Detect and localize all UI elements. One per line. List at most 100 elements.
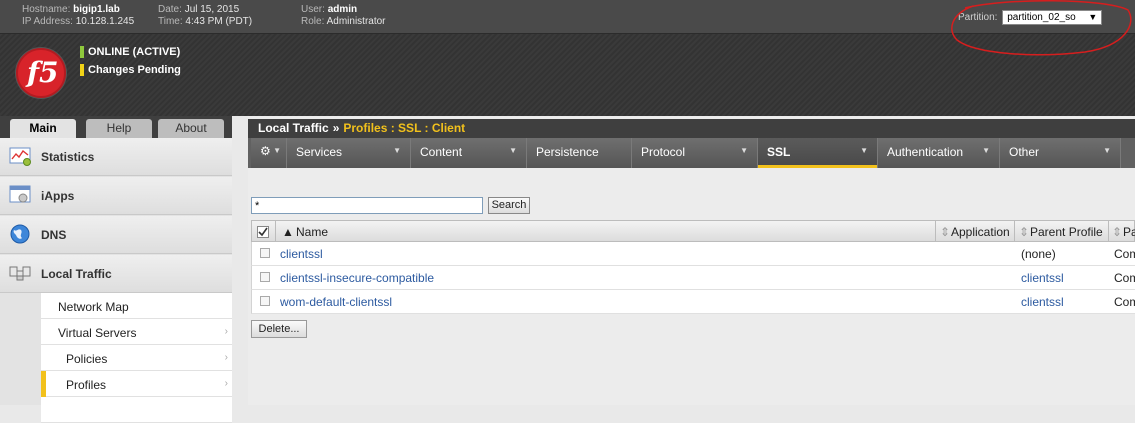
- sort-icon: ⇕: [1112, 225, 1123, 239]
- dropdown-arrow-icon: ▼: [1088, 12, 1098, 22]
- profile-name-link[interactable]: wom-default-clientssl: [280, 295, 392, 309]
- profile-menu-bar: ⚙ ▼ Services ▼ Content ▼ Persistence Pro…: [248, 138, 1135, 168]
- breadcrumb-current: Profiles : SSL : Client: [343, 121, 466, 135]
- caret-down-icon: ▼: [860, 146, 868, 155]
- nav-tabs: Main Help About: [0, 116, 232, 138]
- nav-section-iapps[interactable]: iApps: [0, 177, 232, 215]
- nav-label-iapps: iApps: [41, 189, 75, 203]
- user-info: User: admin Role: Administrator: [301, 4, 386, 28]
- partition-cell: Com: [1114, 271, 1135, 285]
- row-checkbox[interactable]: [260, 296, 270, 306]
- partition-select[interactable]: partition_02_so ▼: [1002, 10, 1103, 25]
- tab-main[interactable]: Main: [10, 119, 76, 138]
- caret-down-icon: ▼: [1103, 146, 1111, 155]
- menu-label: Persistence: [536, 145, 599, 159]
- partition-cell: Com: [1114, 295, 1135, 309]
- row-checkbox[interactable]: [260, 272, 270, 282]
- chevron-right-icon: ›: [224, 352, 228, 363]
- tab-help[interactable]: Help: [86, 119, 152, 138]
- row-checkbox[interactable]: [260, 248, 270, 258]
- user-value: admin: [327, 4, 358, 15]
- profile-name-link[interactable]: clientssl-insecure-compatible: [280, 271, 434, 285]
- caret-down-icon: ▼: [273, 146, 281, 155]
- partition-value: partition_02_so: [1007, 12, 1076, 23]
- select-all-checkbox[interactable]: [257, 226, 269, 238]
- table-row: clientssl (none) Com: [251, 242, 1135, 266]
- parent-profile: (none): [1021, 247, 1056, 261]
- time-label: Time:: [158, 16, 183, 27]
- f5-logo[interactable]: f5: [16, 48, 66, 98]
- sub-item-profiles[interactable]: Profiles ›: [41, 371, 232, 397]
- menu-label: Content: [420, 145, 463, 159]
- chevron-right-icon: ›: [224, 378, 228, 389]
- table-header: ▲ Name ⇕ Application ⇕ Parent Profile ⇕ …: [251, 220, 1135, 242]
- column-divider: [275, 221, 276, 241]
- nav-section-dns[interactable]: DNS: [0, 216, 232, 254]
- search-button[interactable]: Search: [488, 197, 530, 214]
- nav-label-statistics: Statistics: [41, 150, 95, 164]
- menu-content[interactable]: Content ▼: [411, 138, 527, 168]
- column-header-name[interactable]: Name: [296, 225, 328, 239]
- chevron-right-icon: ›: [224, 326, 228, 337]
- column-divider: [935, 221, 936, 241]
- menu-ssl[interactable]: SSL ▼: [758, 138, 878, 168]
- nav-section-local-traffic[interactable]: Local Traffic: [0, 255, 232, 293]
- sub-item-label: Virtual Servers: [58, 326, 137, 340]
- caret-down-icon: ▼: [740, 146, 748, 155]
- menu-authentication[interactable]: Authentication ▼: [878, 138, 1000, 168]
- sub-item-partial[interactable]: [41, 397, 232, 423]
- gear-icon: ⚙: [260, 144, 271, 158]
- ip-label: IP Address:: [22, 16, 73, 27]
- parent-profile-link[interactable]: clientssl: [1021, 271, 1064, 285]
- role-label: Role:: [301, 16, 325, 27]
- tab-about[interactable]: About: [158, 119, 224, 138]
- menu-label: Protocol: [641, 145, 686, 159]
- nav-section-statistics[interactable]: Statistics: [0, 138, 232, 176]
- iapps-icon: [9, 185, 31, 203]
- hostname-value: bigip1.lab: [73, 4, 120, 15]
- ip-value: 10.128.1.245: [75, 16, 135, 27]
- parent-profile-link[interactable]: clientssl: [1021, 295, 1064, 309]
- caret-down-icon: ▼: [393, 146, 401, 155]
- sub-item-label: Policies: [66, 352, 108, 366]
- delete-button[interactable]: Delete...: [251, 320, 307, 338]
- column-header-parent-profile[interactable]: Parent Profile: [1030, 225, 1103, 239]
- status-changes-pending[interactable]: Changes Pending: [80, 64, 181, 76]
- check-icon: [258, 227, 268, 237]
- menu-label: Authentication: [887, 145, 964, 159]
- partition-cell: Com: [1114, 247, 1135, 261]
- caret-down-icon: ▼: [509, 146, 517, 155]
- hostname-label: Hostname:: [22, 4, 71, 15]
- menu-other[interactable]: Other ▼: [1000, 138, 1121, 168]
- breadcrumb-separator: »: [332, 121, 340, 135]
- sort-icon: ⇕: [1019, 225, 1030, 239]
- main-panel: Local Traffic» Profiles : SSL : Client ⚙ …: [248, 116, 1135, 405]
- sub-item-label: Network Map: [58, 300, 129, 314]
- column-header-partition[interactable]: Pa: [1123, 225, 1135, 239]
- status-online[interactable]: ONLINE (ACTIVE): [80, 46, 180, 58]
- menu-label: Other: [1009, 145, 1040, 159]
- search-input[interactable]: [251, 197, 483, 214]
- sub-item-virtual-servers[interactable]: Virtual Servers ›: [41, 319, 232, 345]
- column-header-application[interactable]: Application: [951, 225, 1010, 239]
- menu-persistence[interactable]: Persistence: [527, 138, 632, 168]
- partition-label: Partition:: [958, 12, 998, 24]
- menu-protocol[interactable]: Protocol ▼: [632, 138, 758, 168]
- profile-name-link[interactable]: clientssl: [280, 247, 323, 261]
- dns-globe-icon: [10, 224, 30, 244]
- local-traffic-icon: [9, 266, 31, 281]
- menu-services[interactable]: Services ▼: [287, 138, 411, 168]
- menu-label: Services: [296, 145, 343, 159]
- sub-item-policies[interactable]: Policies ›: [41, 345, 232, 371]
- nav-label-dns: DNS: [41, 228, 67, 242]
- menu-gear[interactable]: ⚙ ▼: [251, 138, 287, 168]
- sub-item-network-map[interactable]: Network Map: [41, 293, 232, 319]
- left-navigation: Main Help About Statistics iApps DNS Loc…: [0, 116, 232, 423]
- date-label: Date:: [158, 4, 182, 15]
- role-value: Administrator: [326, 16, 386, 27]
- breadcrumb-root[interactable]: Local Traffic: [258, 121, 329, 135]
- date-info: Date: Jul 15, 2015 Time: 4:43 PM (PDT): [158, 4, 252, 28]
- menu-label: SSL: [767, 145, 791, 159]
- top-status-bar: Hostname: bigip1.lab IP Address: 10.128.…: [0, 0, 1135, 34]
- date-value: Jul 15, 2015: [184, 4, 240, 15]
